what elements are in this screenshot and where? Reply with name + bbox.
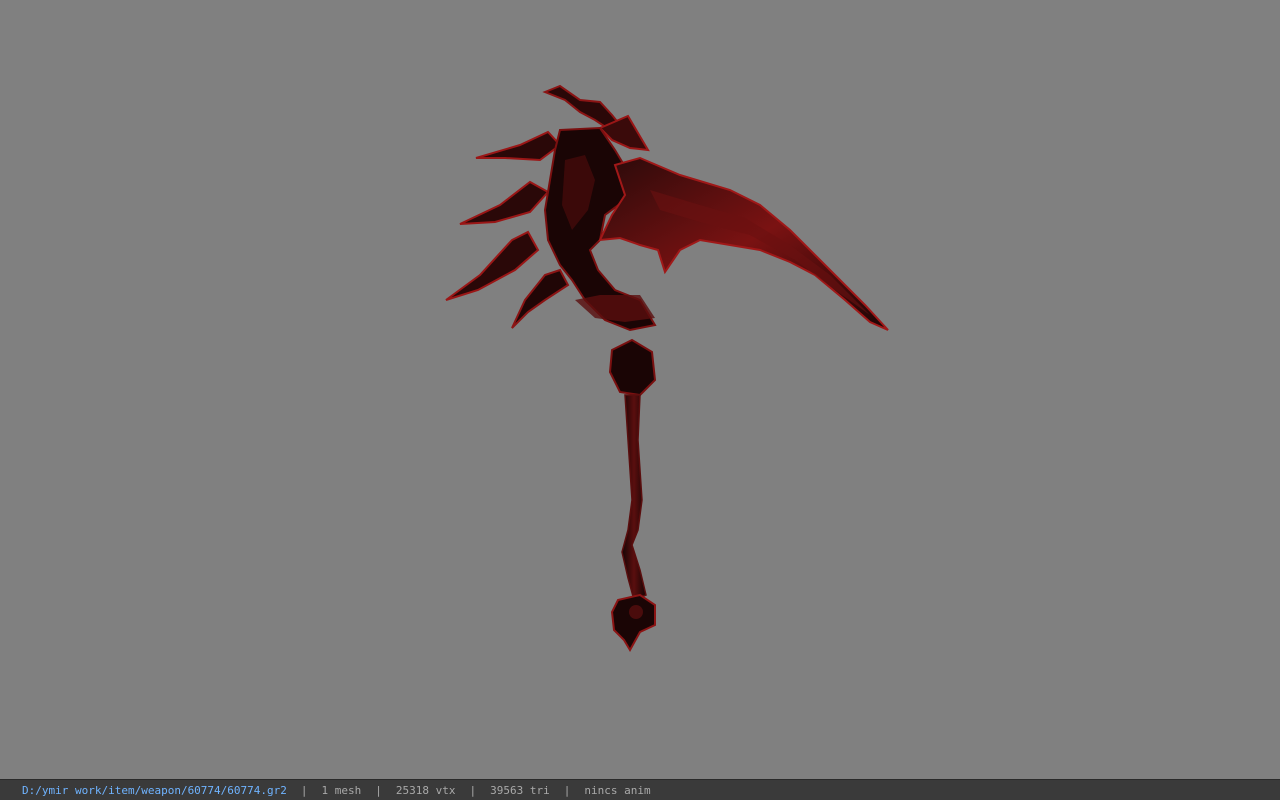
scythe-model-render <box>445 84 889 652</box>
pommel <box>610 593 656 652</box>
model-viewport[interactable] <box>0 0 1280 779</box>
separator: | <box>563 783 571 797</box>
separator: | <box>469 783 477 797</box>
animation-status: nincs anim <box>584 783 651 797</box>
head-band <box>575 295 655 322</box>
file-path: D:/ymir work/item/weapon/60774/60774.gr2 <box>22 783 287 797</box>
shaft <box>621 394 647 602</box>
separator: | <box>375 783 382 797</box>
fin-2 <box>459 180 550 225</box>
collar <box>608 338 657 397</box>
pommel-knot <box>629 605 643 619</box>
vertex-count: 25318 vtx <box>395 783 456 797</box>
fin-3 <box>445 230 540 301</box>
mesh-count: 1 mesh <box>321 783 362 797</box>
fin-4 <box>511 268 570 329</box>
fin-1 <box>475 130 562 162</box>
status-bar: D:/ymir work/item/weapon/60774/60774.gr2… <box>0 779 1280 800</box>
triangle-count: 39563 tri <box>490 783 550 797</box>
separator: | <box>300 783 308 797</box>
